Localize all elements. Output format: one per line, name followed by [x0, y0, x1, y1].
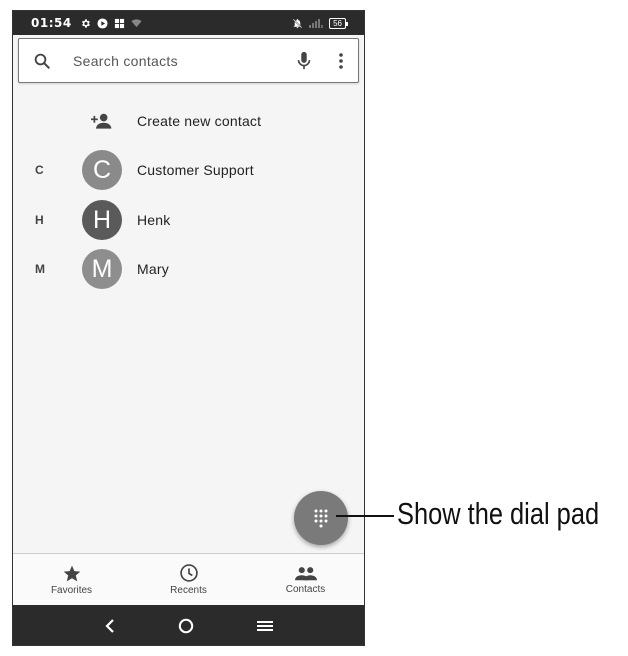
- callout-line: [336, 515, 394, 517]
- svg-text:x: x: [321, 24, 324, 28]
- system-navigation-bar: [13, 605, 364, 645]
- avatar[interactable]: C: [82, 150, 122, 190]
- people-icon: [294, 566, 317, 580]
- dialpad-button[interactable]: [294, 491, 348, 545]
- clock-icon: [179, 564, 198, 582]
- search-bar[interactable]: Search contacts: [18, 38, 359, 83]
- tab-recents[interactable]: Recents: [130, 554, 247, 605]
- contact-name[interactable]: Henk: [137, 212, 170, 228]
- signal-icon: x: [309, 19, 324, 28]
- avatar[interactable]: H: [82, 200, 122, 240]
- grid-icon: [114, 18, 124, 28]
- search-icon[interactable]: [33, 52, 51, 70]
- search-input[interactable]: Search contacts: [73, 53, 296, 69]
- contact-row-henk[interactable]: H H Henk: [13, 200, 364, 240]
- phone-screen: 01:54 x 56 Search contacts Create new co…: [12, 10, 365, 646]
- section-letter: C: [35, 163, 44, 177]
- dialpad-icon: [314, 509, 328, 528]
- mic-icon[interactable]: [296, 51, 312, 71]
- play-icon: [97, 17, 108, 29]
- contact-name[interactable]: Customer Support: [137, 162, 254, 178]
- more-vert-icon[interactable]: [338, 52, 344, 70]
- status-icons-right: x 56: [292, 17, 348, 29]
- tab-contacts-label: Contacts: [285, 583, 326, 595]
- status-time: 01:54: [31, 16, 72, 30]
- person-add-icon: [91, 113, 112, 129]
- wifi-icon: [131, 18, 142, 27]
- section-letter: M: [35, 262, 45, 276]
- status-icons-left: [80, 17, 142, 29]
- avatar[interactable]: M: [82, 249, 122, 289]
- gear-icon: [81, 18, 90, 28]
- status-bar: 01:54 x 56: [13, 11, 364, 35]
- tab-favorites-label: Favorites: [50, 584, 93, 596]
- callout-label: Show the dial pad: [397, 496, 600, 531]
- bottom-navigation: Favorites Recents Contacts: [13, 553, 364, 605]
- contact-row-customer-support[interactable]: C C Customer Support: [13, 150, 364, 190]
- menu-icon[interactable]: [256, 619, 273, 633]
- create-contact-label[interactable]: Create new contact: [137, 113, 261, 129]
- contact-row-mary[interactable]: M M Mary: [13, 249, 364, 289]
- tab-contacts[interactable]: Contacts: [247, 554, 364, 605]
- create-contact-row[interactable]: Create new contact: [13, 101, 364, 141]
- battery-icon: 56: [329, 17, 348, 29]
- tab-recents-label: Recents: [170, 585, 207, 596]
- tab-favorites[interactable]: Favorites: [13, 554, 130, 605]
- bell-off-icon: [292, 18, 303, 28]
- star-icon: [63, 565, 80, 581]
- contact-name[interactable]: Mary: [137, 261, 169, 277]
- home-icon[interactable]: [178, 618, 194, 634]
- back-icon[interactable]: [104, 618, 116, 634]
- section-letter: H: [35, 213, 44, 227]
